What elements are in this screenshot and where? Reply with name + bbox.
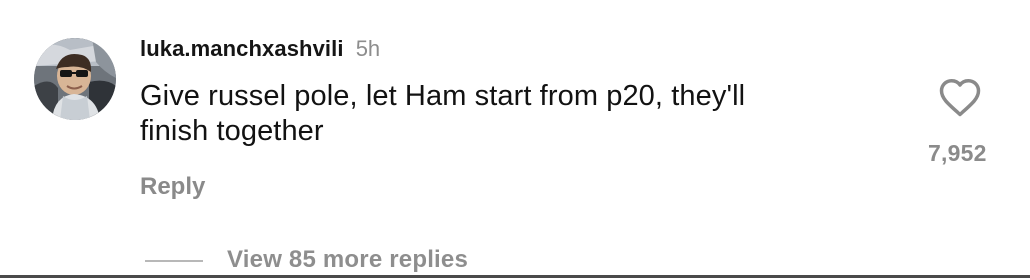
- replies-divider-line: [145, 260, 203, 262]
- heart-icon[interactable]: [938, 78, 982, 118]
- comment-meta: luka.manchxashvili 5h: [140, 36, 380, 62]
- like-count: 7,952: [928, 140, 987, 166]
- username-link[interactable]: luka.manchxashvili: [140, 36, 344, 61]
- comment-card: luka.manchxashvili 5h Give russel pole, …: [0, 0, 1030, 280]
- user-profile-icon: [34, 38, 116, 120]
- comment-text: Give russel pole, let Ham start from p20…: [140, 80, 746, 147]
- heart-outline-icon: [939, 79, 981, 117]
- view-replies-label: View 85 more replies: [227, 246, 469, 273]
- comment-timestamp: 5h: [355, 36, 381, 61]
- bottom-divider: [0, 275, 1030, 278]
- like-control[interactable]: 7,952: [928, 78, 1000, 168]
- avatar[interactable]: [34, 38, 116, 120]
- reply-button[interactable]: Reply: [140, 173, 205, 201]
